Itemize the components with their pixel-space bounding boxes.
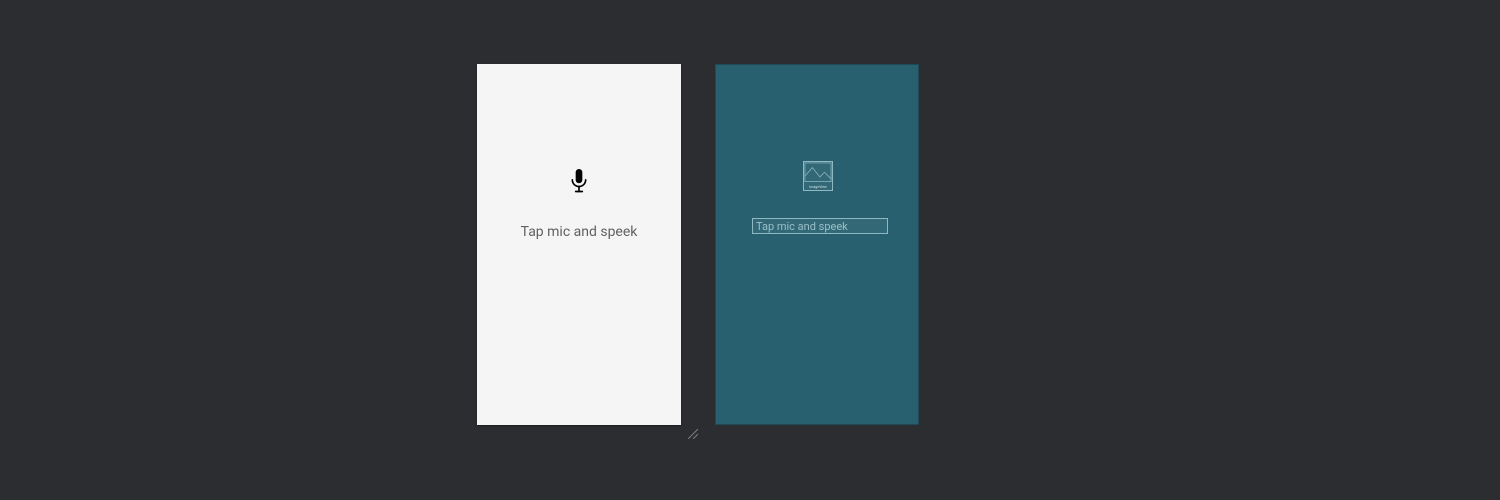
preview-artboard: Tap mic and speek bbox=[477, 64, 681, 425]
blueprint-artboard[interactable]: ImageView Tap mic and speek bbox=[715, 64, 919, 425]
blueprint-textview[interactable]: Tap mic and speek bbox=[752, 218, 888, 234]
blueprint-imageview[interactable]: ImageView bbox=[803, 161, 833, 191]
hint-text: Tap mic and speek bbox=[477, 224, 681, 240]
blueprint-imageview-label: ImageView bbox=[804, 185, 832, 189]
resize-handle-icon[interactable] bbox=[686, 427, 698, 439]
microphone-icon[interactable] bbox=[569, 169, 589, 194]
